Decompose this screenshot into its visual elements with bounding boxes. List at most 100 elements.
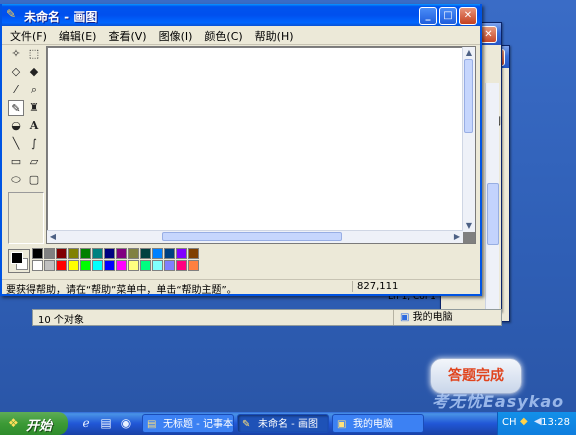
taskbar-item-notepad[interactable]: ▤ 无标题 - 记事本: [142, 414, 234, 433]
location-panel: ▣ 我的电脑: [393, 310, 453, 325]
color-swatch[interactable]: [68, 248, 79, 259]
color-swatch[interactable]: [68, 260, 79, 271]
rectangle-icon[interactable]: ▭: [8, 154, 24, 170]
scroll-thumb[interactable]: [487, 183, 499, 245]
paint-icon: ✎: [242, 419, 251, 430]
color-swatch[interactable]: [44, 260, 55, 271]
menu-image[interactable]: 图像(I): [153, 26, 199, 44]
color-swatch[interactable]: [32, 260, 43, 271]
ellipse-icon[interactable]: ⬭: [8, 172, 24, 188]
color-swatch[interactable]: [104, 260, 115, 271]
start-button[interactable]: ❖ 开始: [0, 412, 68, 435]
taskbar-item-label: 无标题 - 记事本: [163, 419, 233, 430]
vertical-scroll-thumb[interactable]: [464, 59, 473, 133]
curve-icon[interactable]: ∫: [26, 136, 42, 152]
brush-icon[interactable]: ♜: [26, 100, 42, 116]
watermark: 考无忧Easykao: [432, 392, 565, 411]
color-swatch[interactable]: [152, 248, 163, 259]
horizontal-scrollbar[interactable]: ◀ ▶: [47, 230, 463, 243]
paint-statusbar: 要获得帮助，请在“帮助”菜单中，单击“帮助主题”。 827,111: [2, 279, 480, 296]
color-swatch[interactable]: [140, 248, 151, 259]
horizontal-scroll-thumb[interactable]: [162, 232, 342, 241]
taskbar-item-label: 未命名 - 画图: [258, 419, 318, 430]
color-swatch[interactable]: [116, 248, 127, 259]
polygon-icon[interactable]: ▱: [26, 154, 42, 170]
computer-icon: ▣: [337, 419, 347, 430]
text-icon[interactable]: A: [26, 118, 42, 134]
magnifier-icon[interactable]: ⌕: [26, 82, 42, 98]
menubar: 文件(F) 编辑(E) 查看(V) 图像(I) 颜色(C) 帮助(H): [2, 26, 480, 45]
color-palette: [6, 248, 476, 274]
menu-help[interactable]: 帮助(H): [249, 26, 300, 44]
system-tray: CH ◆ ◀ 13:28: [497, 412, 576, 435]
eraser-icon[interactable]: ◇: [8, 64, 24, 80]
paint-window[interactable]: ✎ 未命名 - 画图 _ □ ✕ 文件(F) 编辑(E) 查看(V) 图像(I)…: [0, 4, 482, 296]
ie-icon[interactable]: ℯ: [78, 415, 94, 431]
windows-logo-icon: ❖: [8, 416, 19, 430]
computer-icon: ▣: [400, 312, 410, 323]
scroll-right-icon[interactable]: ▶: [451, 231, 463, 243]
start-label: 开始: [26, 419, 53, 434]
rounded-rect-icon[interactable]: ▢: [26, 172, 42, 188]
minimize-button[interactable]: _: [419, 7, 437, 25]
scroll-down-icon[interactable]: ▼: [463, 220, 475, 232]
scroll-up-icon[interactable]: ▲: [463, 47, 475, 59]
color-swatch[interactable]: [164, 248, 175, 259]
color-swatch[interactable]: [176, 260, 187, 271]
close-icon[interactable]: ✕: [480, 26, 497, 43]
cursor-coordinates: 827,111: [352, 281, 421, 292]
color-swatch[interactable]: [116, 260, 127, 271]
drawing-canvas[interactable]: [48, 48, 463, 232]
current-colors[interactable]: [8, 249, 30, 273]
taskbar-item-paint[interactable]: ✎ 未命名 - 画图: [237, 414, 329, 433]
color-swatch[interactable]: [128, 260, 139, 271]
color-swatch[interactable]: [56, 260, 67, 271]
color-swatch[interactable]: [140, 260, 151, 271]
maximize-button[interactable]: □: [439, 7, 457, 25]
airbrush-icon[interactable]: ◒: [8, 118, 24, 134]
clock: 13:28: [541, 417, 570, 428]
line-icon[interactable]: ╲: [8, 136, 24, 152]
taskbar-item-computer[interactable]: ▣ 我的电脑: [332, 414, 424, 433]
color-swatch[interactable]: [56, 248, 67, 259]
color-swatch[interactable]: [176, 248, 187, 259]
free-select-icon[interactable]: ✧: [8, 46, 24, 62]
security-icon[interactable]: ◆: [520, 416, 528, 427]
canvas-area: ▲ ▼ ◀ ▶: [46, 46, 476, 244]
color-swatch[interactable]: [92, 260, 103, 271]
color-swatch[interactable]: [32, 248, 43, 259]
tool-options[interactable]: [8, 192, 44, 244]
color-swatch[interactable]: [188, 248, 199, 259]
color-swatch[interactable]: [128, 248, 139, 259]
color-swatch[interactable]: [164, 260, 175, 271]
background-window-scrollbar[interactable]: [485, 83, 499, 313]
rect-select-icon[interactable]: ⬚: [26, 46, 42, 62]
color-swatch[interactable]: [80, 260, 91, 271]
close-button[interactable]: ✕: [459, 7, 477, 25]
paint-icon: ✎: [6, 7, 17, 21]
explorer-statusbar: 10 个对象 ▣ 我的电脑: [32, 309, 502, 326]
menu-colors[interactable]: 颜色(C): [198, 26, 248, 44]
fill-icon[interactable]: ◆: [26, 64, 42, 80]
pencil-icon[interactable]: ✎: [8, 100, 24, 116]
color-swatch[interactable]: [188, 260, 199, 271]
taskbar: ❖ 开始 ℯ ▤ ◉ ▤ 无标题 - 记事本 ✎ 未命名 - 画图 ▣ 我的电脑 CH…: [0, 412, 576, 435]
menu-view[interactable]: 查看(V): [102, 26, 152, 44]
color-swatch[interactable]: [92, 248, 103, 259]
scroll-left-icon[interactable]: ◀: [47, 231, 59, 243]
quick-launch: ℯ ▤ ◉: [78, 415, 134, 431]
media-icon[interactable]: ◉: [118, 415, 134, 431]
color-swatch[interactable]: [104, 248, 115, 259]
menu-edit[interactable]: 编辑(E): [53, 26, 103, 44]
menu-file[interactable]: 文件(F): [4, 26, 53, 44]
color-swatch[interactable]: [44, 248, 55, 259]
color-swatch[interactable]: [80, 248, 91, 259]
vertical-scrollbar[interactable]: ▲ ▼: [462, 47, 475, 232]
desktop-icon[interactable]: ▤: [98, 415, 114, 431]
ime-indicator[interactable]: CH: [502, 417, 517, 428]
notepad-icon: ▤: [147, 419, 157, 430]
paint-titlebar[interactable]: ✎ 未命名 - 画图 _ □ ✕: [2, 4, 480, 26]
taskbar-items: ▤ 无标题 - 记事本 ✎ 未命名 - 画图 ▣ 我的电脑: [142, 414, 424, 433]
color-swatch[interactable]: [152, 260, 163, 271]
color-picker-icon[interactable]: ⁄: [8, 82, 24, 98]
